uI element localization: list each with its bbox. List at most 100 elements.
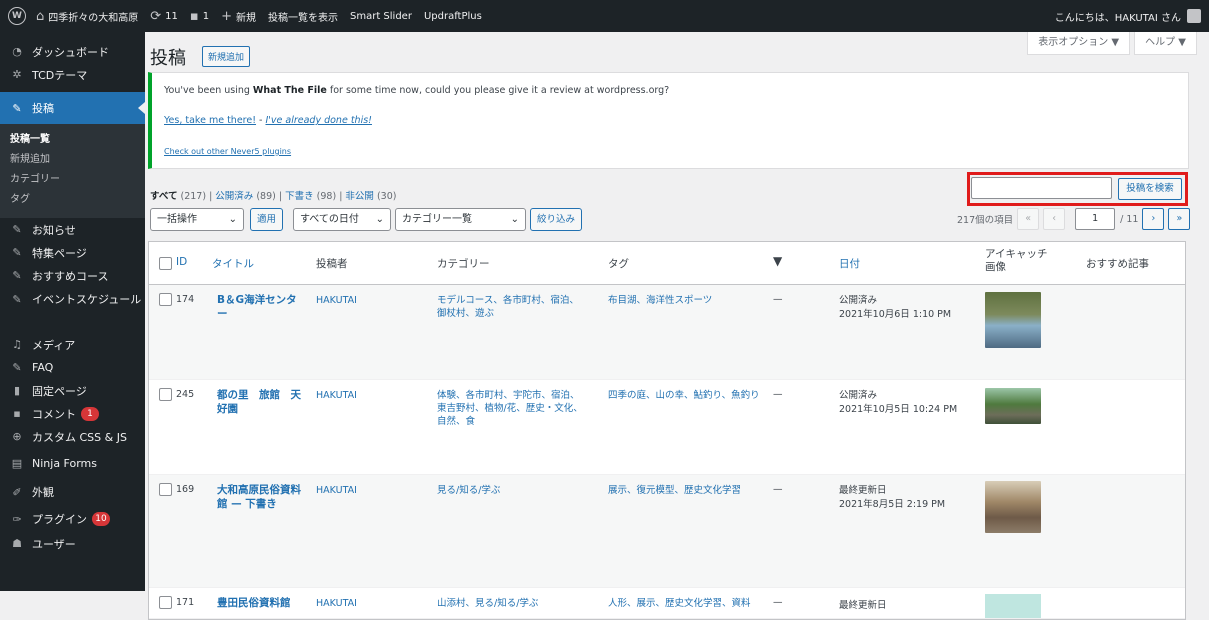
sidebar-item-events[interactable]: ✎ イベントスケジュール xyxy=(0,287,145,333)
filter-draft[interactable]: 下書き xyxy=(285,191,314,202)
view-posts-link[interactable]: 投稿一覧を表示 xyxy=(262,0,344,32)
submenu-add-new[interactable]: 新規追加 xyxy=(0,150,145,170)
sidebar-item-label: TCDテーマ xyxy=(32,68,88,82)
row-tags[interactable]: 四季の庭、山の幸、鮎釣り、魚釣り xyxy=(608,389,768,402)
updraft-link[interactable]: UpdraftPlus xyxy=(418,0,488,32)
sidebar-item-posts[interactable]: ✎ 投稿 xyxy=(0,92,145,124)
sidebar-item-tcd-theme[interactable]: ✲ TCDテーマ xyxy=(0,63,145,86)
date-filter-select[interactable]: すべての日付 ⌄ xyxy=(293,208,391,231)
sidebar-item-ninja-forms[interactable]: ▤ Ninja Forms xyxy=(0,448,145,478)
col-title[interactable]: タイトル xyxy=(212,256,254,271)
sidebar-item-news[interactable]: ✎ お知らせ xyxy=(0,218,145,241)
col-date[interactable]: 日付 xyxy=(839,256,860,271)
sidebar-item-media[interactable]: ♫ メディア xyxy=(0,333,145,356)
category-filter-select[interactable]: カテゴリー一覧 ⌄ xyxy=(395,208,526,231)
sidebar-item-label: FAQ xyxy=(32,361,54,374)
next-page-button[interactable]: › xyxy=(1142,208,1165,230)
row-author[interactable]: HAKUTAI xyxy=(316,389,357,402)
review-link[interactable]: Yes, take me there! xyxy=(164,115,256,126)
add-new-button[interactable]: 新規追加 xyxy=(202,46,251,67)
comments-link[interactable]: ▪ 1 xyxy=(184,0,215,32)
row-id: 171 xyxy=(176,597,195,608)
media-icon: ♫ xyxy=(12,338,22,351)
sidebar-item-label: お知らせ xyxy=(32,223,76,237)
pin-icon: ✎ xyxy=(12,293,22,306)
current-page-input[interactable]: 1 xyxy=(1075,208,1116,230)
row-checkbox[interactable] xyxy=(159,293,172,306)
new-content-link[interactable]: + 新規 xyxy=(215,0,262,32)
site-name-link[interactable]: ⌂ 四季折々の大和高原 xyxy=(30,0,144,32)
refresh-icon: ⟳ xyxy=(150,8,162,24)
sidebar-item-courses[interactable]: ✎ おすすめコース xyxy=(0,264,145,287)
help-button[interactable]: ヘルプ ▼ xyxy=(1134,32,1197,55)
sidebar-item-faq[interactable]: ✎ FAQ xyxy=(0,356,145,379)
sidebar-item-label: 固定ページ xyxy=(32,384,87,398)
featured-image-thumb[interactable] xyxy=(985,594,1041,618)
sidebar-item-label: 外観 xyxy=(32,486,54,499)
row-title-link[interactable]: B＆G海洋センター xyxy=(217,293,305,321)
row-tags[interactable]: 人形、展示、歴史文化学習、資料 xyxy=(608,597,768,610)
items-count: 217個の項目 xyxy=(957,215,1014,226)
gear-icon: ✲ xyxy=(12,68,22,81)
row-title-link[interactable]: 豊田民俗資料館 xyxy=(217,596,309,610)
wordpress-logo-icon[interactable]: W xyxy=(8,7,26,25)
submenu-categories[interactable]: カテゴリー xyxy=(0,170,145,190)
page-title: 投稿 xyxy=(150,48,186,69)
updates-link[interactable]: ⟳ 11 xyxy=(144,0,184,32)
other-plugins-link[interactable]: Check out other Never5 plugins xyxy=(164,147,291,156)
updates-count: 11 xyxy=(165,10,178,22)
sidebar-item-features[interactable]: ✎ 特集ページ xyxy=(0,241,145,264)
filter-button[interactable]: 絞り込み xyxy=(530,208,583,231)
featured-image-thumb[interactable] xyxy=(985,481,1041,533)
first-page-button[interactable]: « xyxy=(1017,208,1040,230)
sidebar-item-label: ダッシュボード xyxy=(32,45,109,59)
featured-image-thumb[interactable] xyxy=(985,388,1041,424)
filter-published[interactable]: 公開済み xyxy=(215,191,253,202)
smart-slider-link[interactable]: Smart Slider xyxy=(344,0,418,32)
sidebar-item-appearance[interactable]: ✐ 外観 xyxy=(0,478,145,506)
row-checkbox[interactable] xyxy=(159,483,172,496)
row-author[interactable]: HAKUTAI xyxy=(316,597,357,610)
admin-sidebar: ◔ ダッシュボード ✲ TCDテーマ ✎ 投稿 投稿一覧 新規追加 カテゴリー タグ … xyxy=(0,32,145,591)
prev-page-button[interactable]: ‹ xyxy=(1043,208,1066,230)
row-checkbox[interactable] xyxy=(159,596,172,609)
row-checkbox[interactable] xyxy=(159,388,172,401)
featured-image-thumb[interactable] xyxy=(985,292,1041,348)
submenu-all-posts[interactable]: 投稿一覧 xyxy=(0,130,145,150)
row-comments: — xyxy=(773,294,783,305)
col-id[interactable]: ID xyxy=(176,256,187,268)
sidebar-item-pages[interactable]: ▮ 固定ページ xyxy=(0,379,145,402)
filter-private[interactable]: 非公開 xyxy=(345,191,374,202)
row-date: 公開済み 2021年10月6日 1:10 PM xyxy=(839,295,952,320)
row-author[interactable]: HAKUTAI xyxy=(316,294,357,307)
notice-links: Yes, take me there! - I've already done … xyxy=(164,115,372,126)
submenu-tags[interactable]: タグ xyxy=(0,190,145,210)
row-date: 公開済み 2021年10月5日 10:24 PM xyxy=(839,390,958,415)
comment-icon[interactable]: ▼ xyxy=(773,254,782,268)
row-author[interactable]: HAKUTAI xyxy=(316,484,357,497)
apply-button[interactable]: 適用 xyxy=(250,208,284,231)
sidebar-item-users[interactable]: ☗ ユーザー xyxy=(0,532,145,555)
highlight-box xyxy=(967,172,1188,206)
row-categories[interactable]: 体験、各市町村、宇陀市、宿泊、東吉野村、植物/花、歴史・文化、自然、食 xyxy=(437,389,587,428)
row-title-link[interactable]: 大和高原民俗資料館 — 下書き xyxy=(217,483,309,511)
row-comments: — xyxy=(773,484,783,495)
row-categories[interactable]: モデルコース、各市町村、宿泊、御杖村、遊ぶ xyxy=(437,294,587,320)
last-page-button[interactable]: » xyxy=(1168,208,1191,230)
filter-all[interactable]: すべて xyxy=(150,191,177,202)
screen-options-button[interactable]: 表示オプション ▼ xyxy=(1027,32,1131,55)
sidebar-item-dashboard[interactable]: ◔ ダッシュボード xyxy=(0,40,145,63)
sidebar-item-custom-css-js[interactable]: ⊕ カスタム CSS & JS xyxy=(0,425,145,448)
sidebar-item-comments[interactable]: ▪ コメント 1 xyxy=(0,402,145,425)
select-all-checkbox[interactable] xyxy=(159,257,172,270)
row-tags[interactable]: 展示、復元模型、歴史文化学習 xyxy=(608,484,768,497)
already-done-link[interactable]: I've already done this! xyxy=(265,115,371,126)
bulk-action-select[interactable]: 一括操作 ⌄ xyxy=(150,208,244,231)
row-categories[interactable]: 見る/知る/学ぶ xyxy=(437,484,587,497)
sidebar-item-plugins[interactable]: ✑ プラグイン 10 xyxy=(0,506,145,532)
row-title-link[interactable]: 都の里 旅館 天好園 xyxy=(217,388,307,416)
plugins-badge: 10 xyxy=(92,512,110,526)
row-categories[interactable]: 山添村、見る/知る/学ぶ xyxy=(437,597,587,610)
row-tags[interactable]: 布目湖、海洋性スポーツ xyxy=(608,294,768,307)
my-account[interactable]: こんにちは、HAKUTAI さん xyxy=(1055,9,1209,24)
